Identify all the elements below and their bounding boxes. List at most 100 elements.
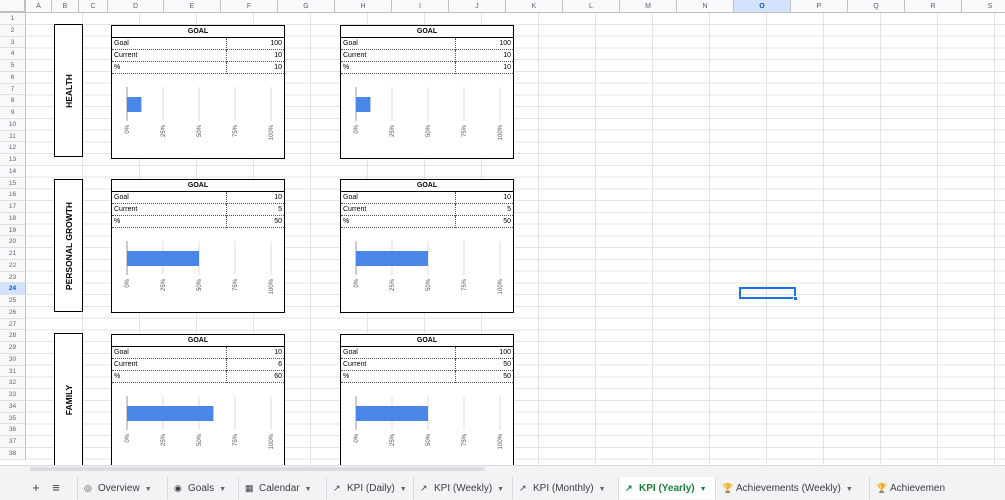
card-row[interactable]: Current 5 xyxy=(112,204,284,216)
spreadsheet-grid[interactable]: ABCDEFGHIJKLMNOPQRS 1 2 3 4 5 6 7 8 9 10 11 12 13 14 1… xyxy=(0,0,1005,465)
column-header-h[interactable]: H xyxy=(335,0,392,13)
tab-menu-caret-icon[interactable]: ▼ xyxy=(305,479,312,499)
row-header-12[interactable]: 12 xyxy=(0,142,26,154)
scrollbar-thumb[interactable] xyxy=(30,467,485,471)
fill-handle[interactable] xyxy=(793,296,798,301)
column-header-b[interactable]: B xyxy=(52,0,79,13)
tab-menu-caret-icon[interactable]: ▼ xyxy=(145,479,152,499)
sheet-tab-kpi-monthly[interactable]: ↗ KPI (Monthly) ▼ xyxy=(512,477,618,499)
row-header-37[interactable]: 37 xyxy=(0,436,26,448)
column-header-g[interactable]: G xyxy=(278,0,335,13)
tab-menu-caret-icon[interactable]: ▼ xyxy=(400,479,407,499)
row-header-19[interactable]: 19 xyxy=(0,224,26,237)
row-header-35[interactable]: 35 xyxy=(0,412,26,425)
horizontal-scrollbar[interactable] xyxy=(26,466,1005,472)
row-header-1[interactable]: 1 xyxy=(0,13,26,25)
sheet-tab-achievemen[interactable]: 🏆 Achievemen xyxy=(869,477,949,499)
row-header-14[interactable]: 14 xyxy=(0,165,26,178)
row-header-5[interactable]: 5 xyxy=(0,60,26,72)
card-row[interactable]: % 10 xyxy=(341,62,513,74)
all-sheets-button[interactable]: ≡ xyxy=(46,477,66,499)
row-header-15[interactable]: 15 xyxy=(0,177,26,190)
card-row[interactable]: Current 10 xyxy=(341,50,513,62)
card-row[interactable]: Goal 10 xyxy=(112,347,284,359)
card-row[interactable]: Goal 100 xyxy=(112,38,284,50)
column-header-f[interactable]: F xyxy=(221,0,278,13)
row-header-31[interactable]: 31 xyxy=(0,365,26,378)
sheet-tab-calendar[interactable]: ▦ Calendar ▼ xyxy=(238,477,326,499)
card-row[interactable]: Goal 10 xyxy=(112,192,284,204)
row-header-22[interactable]: 22 xyxy=(0,259,26,272)
row-header-32[interactable]: 32 xyxy=(0,377,26,389)
card-row[interactable]: Current 6 xyxy=(112,359,284,371)
row-header-4[interactable]: 4 xyxy=(0,48,26,60)
row-header-8[interactable]: 8 xyxy=(0,95,26,107)
row-header-11[interactable]: 11 xyxy=(0,130,26,143)
card-row[interactable]: Goal 100 xyxy=(341,347,513,359)
tab-menu-caret-icon[interactable]: ▼ xyxy=(219,479,226,499)
row-header-29[interactable]: 29 xyxy=(0,342,26,354)
card-row[interactable]: Goal 100 xyxy=(341,38,513,50)
row-header-9[interactable]: 9 xyxy=(0,107,26,119)
sheet-tab-overview[interactable]: ◎ Overview ▼ xyxy=(77,477,167,499)
row-header-26[interactable]: 26 xyxy=(0,306,26,319)
row-header-23[interactable]: 23 xyxy=(0,271,26,284)
card-row[interactable]: % 60 xyxy=(112,371,284,383)
card-row[interactable]: Current 50 xyxy=(341,359,513,371)
row-header-7[interactable]: 7 xyxy=(0,83,26,96)
row-header-30[interactable]: 30 xyxy=(0,353,26,366)
column-header-i[interactable]: I xyxy=(392,0,449,13)
tab-menu-caret-icon[interactable]: ▼ xyxy=(846,479,853,499)
column-header-l[interactable]: L xyxy=(563,0,620,13)
selected-cell[interactable] xyxy=(739,287,798,301)
row-header-13[interactable]: 13 xyxy=(0,154,26,166)
row-header-34[interactable]: 34 xyxy=(0,400,26,413)
tab-menu-caret-icon[interactable]: ▼ xyxy=(700,479,707,499)
sheet-tab-goals[interactable]: ◉ Goals ▼ xyxy=(167,477,238,499)
card-row[interactable]: % 50 xyxy=(341,216,513,228)
card-row[interactable]: Current 5 xyxy=(341,204,513,216)
column-header-s[interactable]: S xyxy=(962,0,1005,13)
row-header-17[interactable]: 17 xyxy=(0,201,26,213)
column-header-d[interactable]: D xyxy=(108,0,164,13)
card-row[interactable]: % 50 xyxy=(341,371,513,383)
tab-menu-caret-icon[interactable]: ▼ xyxy=(599,479,606,499)
row-header-38[interactable]: 38 xyxy=(0,447,26,460)
row-header-21[interactable]: 21 xyxy=(0,248,26,260)
row-header-20[interactable]: 20 xyxy=(0,236,26,248)
select-all-corner[interactable] xyxy=(0,0,26,13)
row-header-27[interactable]: 27 xyxy=(0,318,26,331)
card-row[interactable]: % 50 xyxy=(112,216,284,228)
column-header-a[interactable]: A xyxy=(26,0,52,13)
row-header-28[interactable]: 28 xyxy=(0,330,26,342)
card-row[interactable]: Current 10 xyxy=(112,50,284,62)
row-header-18[interactable]: 18 xyxy=(0,212,26,225)
row-header-33[interactable]: 33 xyxy=(0,389,26,401)
row-header-24[interactable]: 24 xyxy=(0,283,26,295)
row-header-6[interactable]: 6 xyxy=(0,71,26,84)
card-row[interactable]: % 10 xyxy=(112,62,284,74)
tab-menu-caret-icon[interactable]: ▼ xyxy=(497,479,504,499)
add-sheet-button[interactable]: + xyxy=(26,477,46,499)
sheet-tab-achievements-weekly[interactable]: 🏆 Achievements (Weekly) ▼ xyxy=(715,477,869,499)
row-header-2[interactable]: 2 xyxy=(0,24,26,37)
column-header-p[interactable]: P xyxy=(791,0,848,13)
sheet-tab-kpi-daily[interactable]: ↗ KPI (Daily) ▼ xyxy=(326,477,413,499)
row-header-25[interactable]: 25 xyxy=(0,295,26,307)
row-header-10[interactable]: 10 xyxy=(0,118,26,131)
sheet-tab-kpi-weekly[interactable]: ↗ KPI (Weekly) ▼ xyxy=(413,477,512,499)
column-header-q[interactable]: Q xyxy=(848,0,905,13)
column-header-r[interactable]: R xyxy=(905,0,962,13)
row-header-16[interactable]: 16 xyxy=(0,189,26,201)
row-header-36[interactable]: 36 xyxy=(0,424,26,436)
column-header-j[interactable]: J xyxy=(449,0,506,13)
column-header-c[interactable]: C xyxy=(79,0,108,13)
column-header-n[interactable]: N xyxy=(677,0,734,13)
row-header-3[interactable]: 3 xyxy=(0,36,26,49)
column-header-o[interactable]: O xyxy=(734,0,791,13)
column-header-m[interactable]: M xyxy=(620,0,677,13)
sheet-tab-kpi-yearly[interactable]: ↗ KPI (Yearly) ▼ xyxy=(618,477,715,499)
card-row[interactable]: Goal 10 xyxy=(341,192,513,204)
column-header-k[interactable]: K xyxy=(506,0,563,13)
column-header-e[interactable]: E xyxy=(164,0,221,13)
